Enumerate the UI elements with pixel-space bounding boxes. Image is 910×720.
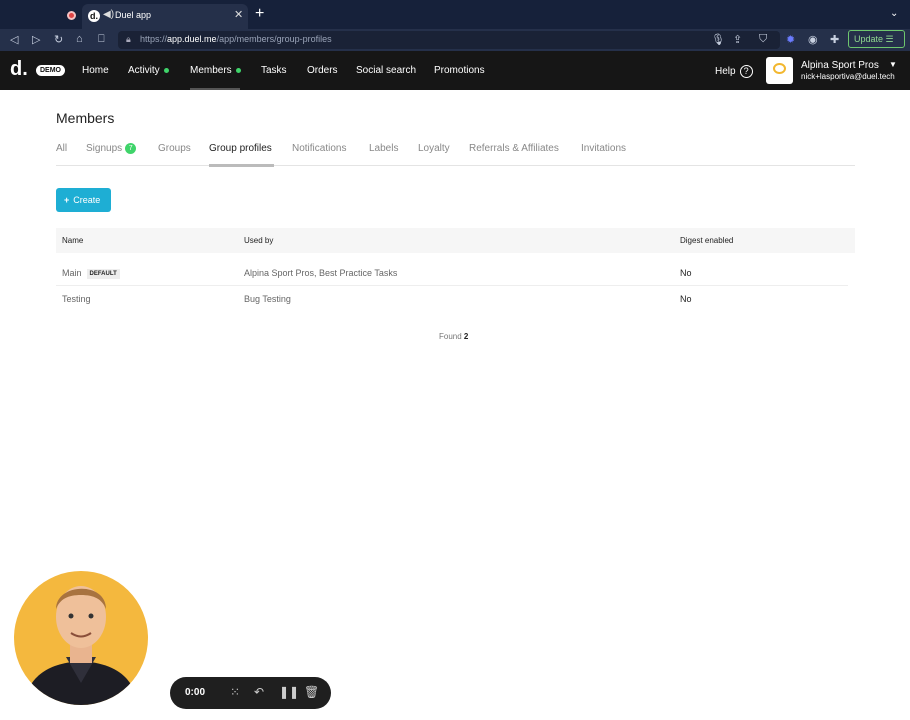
org-name[interactable]: Alpina Sport Pros (801, 60, 879, 71)
chevron-down-icon[interactable]: ⌄ (890, 8, 898, 19)
forward-icon[interactable]: ▷ (32, 33, 40, 46)
org-email: nick+lasportiva@duel.tech (801, 72, 895, 81)
demo-badge: DEMO (36, 65, 65, 76)
subtabs-divider (56, 165, 855, 166)
subtab-referrals-affiliates[interactable]: Referrals & Affiliates (469, 143, 559, 154)
used-by-cell: Alpina Sport Pros, Best Practice Tasks (244, 268, 398, 278)
default-tag: DEFAULT (86, 268, 120, 279)
menu-icon: ☰ (885, 34, 894, 44)
subtab-labels[interactable]: Labels (369, 143, 398, 154)
profile-name[interactable]: Main DEFAULT (62, 268, 120, 279)
undo-icon[interactable]: ↶ (254, 685, 264, 699)
tab-title: Duel app (115, 10, 152, 20)
profile-name[interactable]: Testing (62, 294, 91, 304)
recording-indicator-icon (67, 11, 76, 20)
digest-cell: No (680, 294, 692, 304)
update-button[interactable]: Update ☰ (848, 30, 905, 48)
subtab-invitations[interactable]: Invitations (581, 143, 626, 154)
speaker-icon[interactable]: ◀) (103, 9, 114, 20)
signups-count-badge: 7 (125, 143, 137, 154)
column-header-digest-enabled[interactable]: Digest enabled (680, 236, 733, 245)
subtab-group-profiles[interactable]: Group profiles (209, 143, 272, 154)
trash-icon[interactable]: 🗑︎ (304, 685, 319, 699)
question-icon: ? (739, 65, 753, 78)
nav-promotions[interactable]: Promotions (434, 65, 485, 76)
close-tab-icon[interactable]: ✕ (234, 8, 243, 21)
home-icon[interactable]: ⌂ (76, 33, 83, 45)
microphone-icon[interactable]: 🎙︎ (711, 33, 725, 46)
nav-home[interactable]: Home (82, 65, 109, 76)
grid-icon[interactable]: ⁙ (230, 685, 240, 699)
browser-tabbar: d. ◀) Duel app ✕ + ⌄ (0, 0, 910, 29)
bookmark-icon[interactable]: ⎕ (98, 33, 105, 46)
url-text: https://app.duel.me/app/members/group-pr… (140, 34, 332, 44)
help-button[interactable]: Help? (715, 65, 753, 78)
org-logo-mark-icon (773, 63, 786, 74)
recording-timer: 0:00 (185, 687, 206, 698)
status-dot-icon (235, 67, 241, 73)
pause-icon[interactable]: ❚❚ (279, 685, 299, 699)
person-illustration-icon (24, 586, 138, 705)
org-logo[interactable] (766, 57, 793, 84)
column-header-used-by[interactable]: Used by (244, 236, 273, 245)
plus-icon: + (64, 195, 70, 205)
table-header: Name Used by Digest enabled (56, 228, 855, 253)
nav-social-search[interactable]: Social search (356, 65, 416, 76)
recorder-toolbar: 0:00 ⁙ ↶ ❚❚ 🗑︎ (170, 677, 331, 709)
shield-icon[interactable]: ⛉ (759, 33, 767, 46)
extension-gear-icon[interactable]: ✹ (786, 33, 795, 46)
nav-orders[interactable]: Orders (307, 65, 338, 76)
webcam-avatar (14, 571, 148, 705)
duel-favicon-icon: d. (88, 10, 100, 22)
new-tab-icon[interactable]: + (255, 5, 264, 23)
nav-tasks[interactable]: Tasks (261, 65, 287, 76)
page-title: Members (56, 110, 115, 126)
subtab-signups[interactable]: Signups 7 (86, 143, 137, 154)
share-icon[interactable]: ⇪ (733, 33, 742, 46)
subtab-groups[interactable]: Groups (158, 143, 191, 154)
browser-tab[interactable]: d. ◀) Duel app ✕ (82, 4, 248, 29)
reload-icon[interactable]: ↻ (54, 33, 63, 46)
create-button[interactable]: + Create (56, 188, 111, 212)
table-row[interactable]: Testing Bug Testing No (56, 286, 848, 312)
nav-members[interactable]: Members (190, 65, 241, 76)
subtab-all[interactable]: All (56, 143, 67, 154)
lock-icon: 🔒︎ (126, 34, 131, 44)
digest-cell: No (680, 268, 692, 278)
subtab-notifications[interactable]: Notifications (292, 143, 346, 154)
column-header-name[interactable]: Name (62, 236, 83, 245)
subtab-loyalty[interactable]: Loyalty (418, 143, 450, 154)
used-by-cell: Bug Testing (244, 294, 291, 304)
results-count: Found 2 (439, 332, 469, 341)
nav-active-indicator (190, 88, 240, 90)
puzzle-icon[interactable]: ✚ (830, 33, 839, 46)
back-icon[interactable]: ◁ (10, 33, 18, 46)
subtab-active-indicator (209, 164, 274, 167)
nav-activity[interactable]: Activity (128, 65, 169, 76)
table-row[interactable]: Main DEFAULT Alpina Sport Pros, Best Prac… (56, 260, 848, 286)
status-dot-icon (163, 67, 169, 73)
wallet-icon[interactable]: ◉ (808, 33, 818, 46)
address-bar[interactable]: 🔒︎ https://app.duel.me/app/members/group… (118, 31, 780, 49)
duel-logo[interactable]: d. (10, 58, 28, 81)
caret-down-icon[interactable]: ▼ (889, 60, 897, 69)
browser-toolbar: ◁ ▷ ↻ ⌂ ⎕ 🔒︎ https://app.duel.me/app/mem… (0, 29, 910, 51)
